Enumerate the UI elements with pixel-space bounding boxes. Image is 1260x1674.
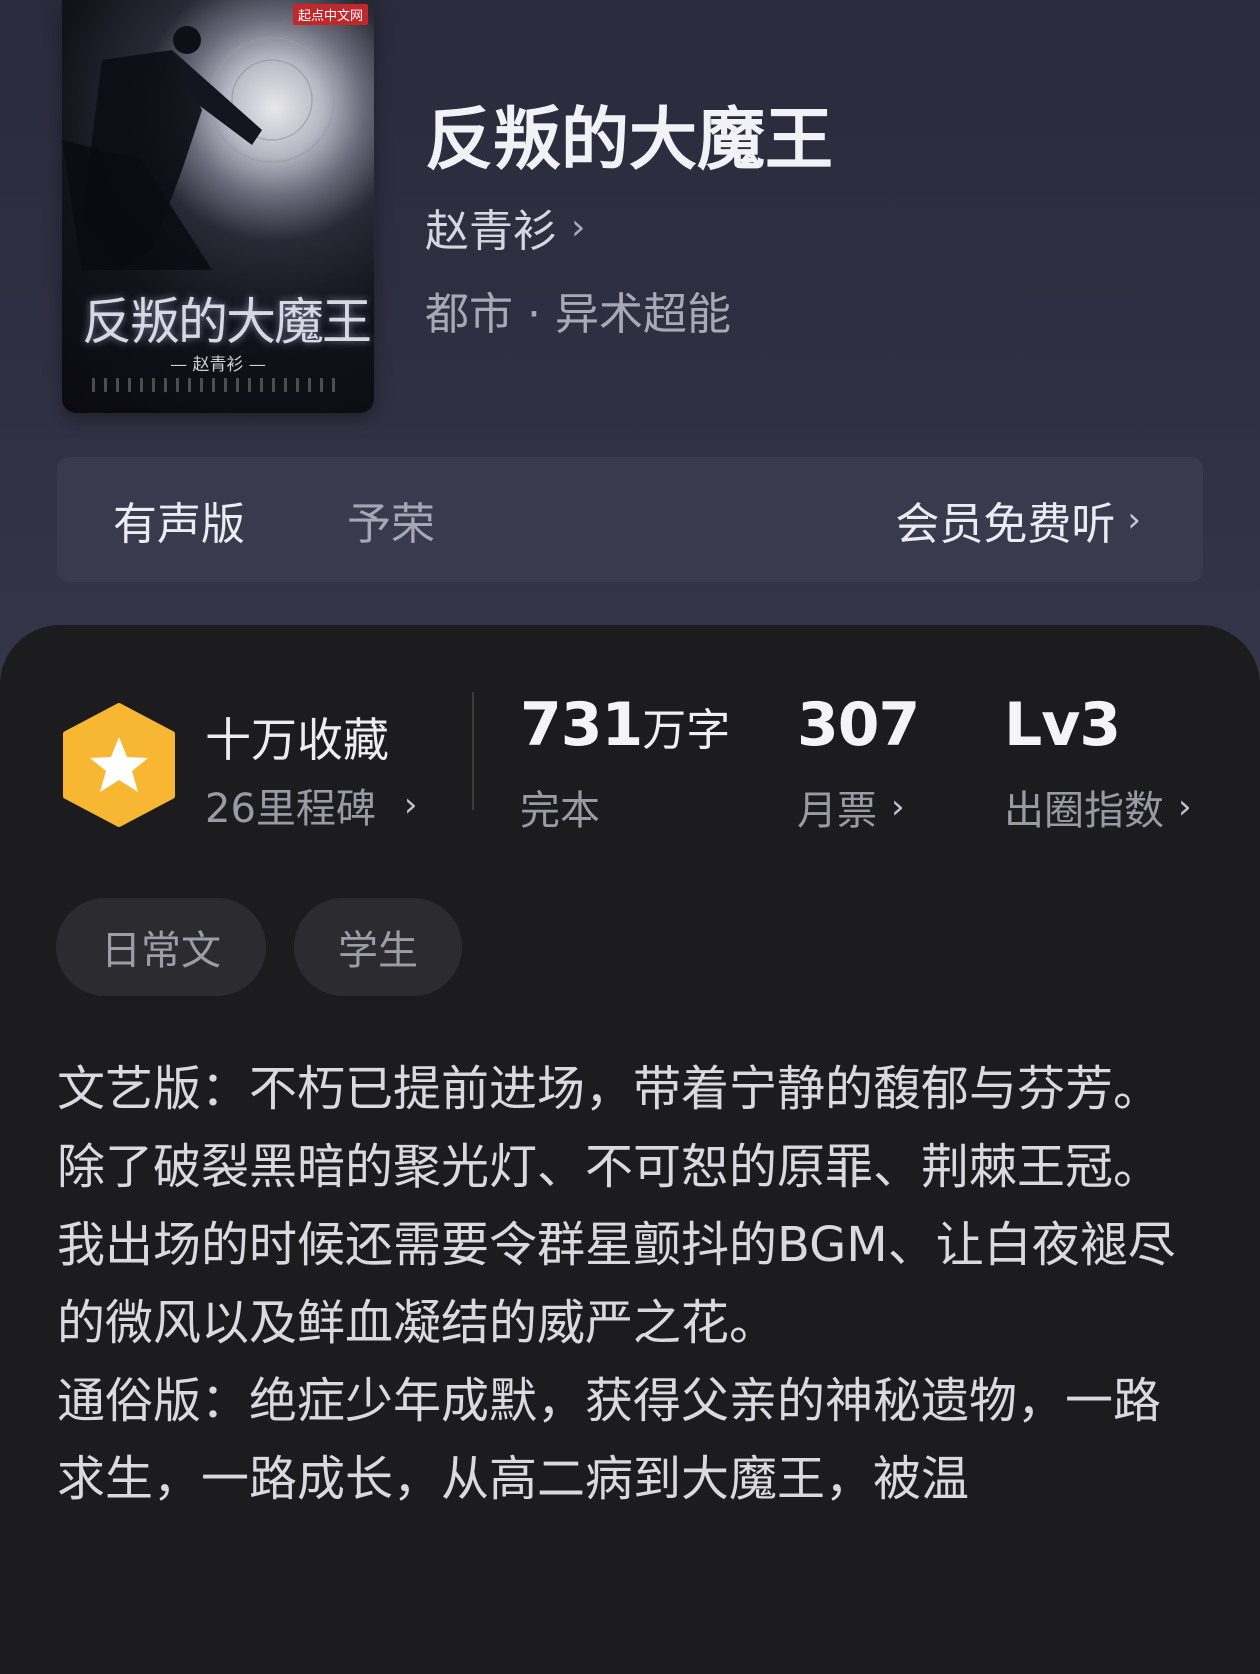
popularity-level: Lv3 — [1004, 690, 1121, 760]
audio-edition-bar[interactable]: 有声版 予荣 会员免费听 › — [57, 457, 1203, 582]
synopsis-paragraph: 除了破裂黑暗的聚光灯、不可恕的原罪、荆棘王冠。 — [57, 1139, 1162, 1195]
popularity-index-link[interactable]: 出圈指数 › — [1004, 778, 1192, 836]
free-listen-label: 会员免费听 — [895, 498, 1116, 550]
genre-label: 都市 · 异术超能 — [425, 289, 731, 340]
milestone-count: 26里程碑 — [205, 786, 376, 832]
monthly-votes-link[interactable]: 月票 › — [797, 778, 905, 836]
audio-label: 有声版 — [113, 498, 245, 550]
cover-decoration — [92, 378, 342, 392]
member-free-listen-button[interactable]: 会员免费听 › — [895, 488, 1141, 552]
chevron-right-icon: › — [1178, 787, 1192, 827]
chevron-right-icon: › — [891, 787, 905, 827]
cover-title: 反叛的大魔王 — [82, 293, 372, 351]
synopsis-paragraph: 通俗版：绝症少年成默，获得父亲的神秘遗物，一路求生，一路成长，从高二病到大魔王，… — [57, 1373, 1162, 1507]
word-count-value: 731 — [520, 690, 643, 760]
cover-author: — 赵青衫 — — [170, 355, 266, 375]
chevron-right-icon: › — [571, 206, 586, 248]
tag-chip[interactable]: 日常文 — [56, 898, 266, 996]
cover-illustration — [62, 26, 335, 270]
author-link[interactable]: 赵青衫 › — [425, 195, 585, 259]
word-count: 731万字 — [520, 690, 730, 760]
milestone-link[interactable]: 26里程碑 › — [205, 776, 418, 834]
milestone-title[interactable]: 十万收藏 — [205, 704, 389, 770]
word-count-unit: 万字 — [642, 705, 731, 756]
popularity-index-label: 出圈指数 — [1004, 788, 1164, 834]
author-name: 赵青衫 — [425, 206, 557, 257]
synopsis-paragraph: 文艺版：不朽已提前进场，带着宁静的馥郁与芬芳。 — [57, 1061, 1162, 1117]
synopsis: 文艺版：不朽已提前进场，带着宁静的馥郁与芬芳。 除了破裂黑暗的聚光灯、不可恕的原… — [57, 1050, 1207, 1518]
synopsis-paragraph: 我出场的时候还需要令群星颤抖的BGM、让白夜褪尽的微风以及鲜血凝结的威严之花。 — [57, 1217, 1176, 1351]
book-cover[interactable]: 起点中文网 反叛的大魔王 — 赵青衫 — — [62, 0, 374, 413]
star-badge-icon[interactable] — [62, 702, 176, 828]
monthly-votes-label: 月票 — [797, 788, 877, 834]
monthly-votes: 307 — [797, 690, 920, 760]
narrator-name: 予荣 — [347, 498, 435, 550]
chevron-right-icon: › — [1127, 499, 1141, 540]
stats-divider — [472, 692, 474, 810]
completion-label: 完本 — [520, 788, 600, 834]
completion-status: 完本 — [520, 778, 600, 836]
chevron-right-icon: › — [403, 785, 418, 825]
tag-chip[interactable]: 学生 — [294, 898, 462, 996]
popularity-level-value: Lv3 — [1004, 690, 1121, 760]
monthly-votes-value: 307 — [797, 690, 920, 760]
book-title: 反叛的大魔王 — [425, 100, 834, 180]
